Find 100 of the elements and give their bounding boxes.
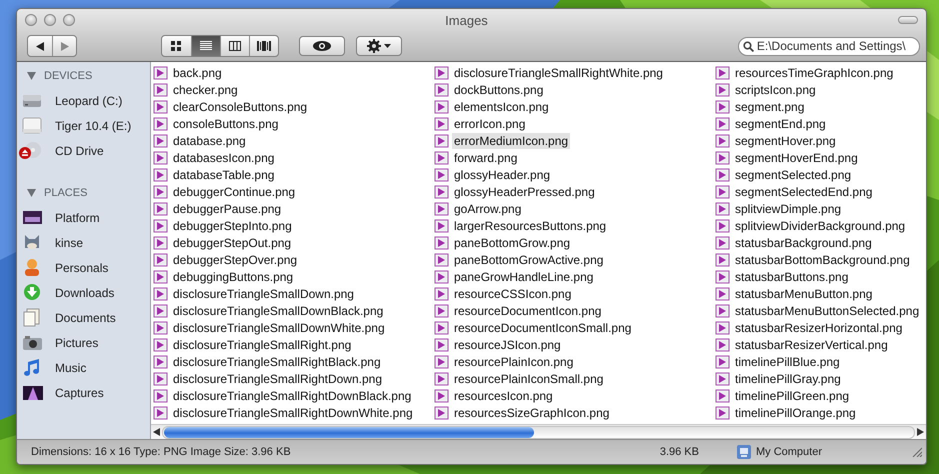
file-name[interactable]: resourcePlainIconSmall.png — [452, 370, 606, 386]
file-name[interactable]: checker.png — [171, 82, 240, 98]
view-mode-control[interactable] — [161, 35, 279, 57]
file-name[interactable]: database.png — [171, 132, 248, 148]
file-name[interactable]: errorMediumIcon.png — [452, 132, 570, 148]
image-file-icon — [434, 252, 449, 266]
file-name[interactable]: statusbarButtons.png — [733, 268, 850, 284]
file-name[interactable]: disclosureTriangleSmallDownBlack.png — [171, 302, 386, 318]
file-name[interactable]: debuggerStepOut.png — [171, 234, 294, 250]
file-name[interactable]: largerResourcesButtons.png — [452, 218, 608, 234]
disclosure-triangle-icon[interactable] — [27, 189, 36, 197]
file-name[interactable]: debuggerStepOver.png — [171, 252, 300, 268]
file-name[interactable]: databasesIcon.png — [171, 150, 276, 166]
file-name[interactable]: timelinePillOrange.png — [733, 404, 858, 420]
sidebar-item[interactable]: Music — [17, 355, 150, 380]
image-file-icon — [153, 82, 168, 96]
file-name[interactable]: paneGrowHandleLine.png — [452, 268, 596, 284]
sidebar-item[interactable]: Leopard (C:) — [17, 88, 150, 113]
file-name[interactable]: resourcesIcon.png — [452, 388, 555, 404]
file-name[interactable]: dockButtons.png — [452, 82, 546, 98]
scroll-left-icon[interactable] — [153, 428, 160, 436]
file-name[interactable]: goArrow.png — [452, 200, 524, 216]
file-name[interactable]: resourcesSizeGraphIcon.png — [452, 404, 612, 420]
file-name[interactable]: debuggingButtons.png — [171, 268, 296, 284]
sidebar-item[interactable]: Pictures — [17, 330, 150, 355]
file-name[interactable]: disclosureTriangleSmallDownWhite.png — [171, 320, 387, 336]
file-name[interactable]: paneBottomGrowActive.png — [452, 252, 606, 268]
disclosure-triangle-icon[interactable] — [27, 72, 36, 80]
image-file-icon — [153, 354, 168, 368]
file-name[interactable]: timelinePillBlue.png — [733, 354, 842, 370]
file-name[interactable]: resourceJSIcon.png — [452, 336, 563, 352]
file-name[interactable]: timelinePillGreen.png — [733, 388, 852, 404]
file-name[interactable]: paneBottomGrow.png — [452, 234, 572, 250]
file-name[interactable]: statusbarMenuButtonSelected.png — [733, 302, 922, 318]
file-name[interactable]: glossyHeaderPressed.png — [452, 184, 597, 200]
file-name[interactable]: statusbarResizerHorizontal.png — [733, 320, 904, 336]
sidebar-item[interactable]: Captures — [17, 380, 150, 405]
image-file-icon — [434, 236, 449, 250]
sidebar-item[interactable]: CD Drive — [17, 138, 150, 163]
image-file-icon — [715, 270, 730, 284]
sidebar-item[interactable]: Tiger 10.4 (E:) — [17, 113, 150, 138]
sidebar-item[interactable]: Personals — [17, 255, 150, 280]
sidebar-item[interactable]: Documents — [17, 305, 150, 330]
quick-look-button[interactable] — [299, 36, 345, 56]
file-name[interactable]: consoleButtons.png — [171, 116, 280, 132]
file-name[interactable]: disclosureTriangleSmallDown.png — [171, 286, 356, 302]
search-field[interactable]: E:\Documents and Settings\ — [738, 36, 920, 56]
sidebar-item[interactable]: kinse — [17, 230, 150, 255]
file-name[interactable]: resourcePlainIcon.png — [452, 354, 576, 370]
file-name[interactable]: disclosureTriangleSmallRightDown.png — [171, 370, 384, 386]
file-name[interactable]: scriptsIcon.png — [733, 82, 818, 98]
file-name[interactable]: statusbarBackground.png — [733, 234, 874, 250]
minimize-button[interactable] — [44, 14, 56, 26]
file-name[interactable]: statusbarResizerVertical.png — [733, 336, 890, 352]
file-name[interactable]: databaseTable.png — [171, 166, 276, 182]
file-name[interactable]: resourceCSSIcon.png — [452, 286, 574, 302]
file-name[interactable]: segmentEnd.png — [733, 116, 828, 132]
file-name[interactable]: segmentHoverEnd.png — [733, 150, 860, 166]
zoom-button[interactable] — [63, 14, 75, 26]
file-name[interactable]: splitviewDividerBackground.png — [733, 218, 908, 234]
sidebar-item[interactable]: Downloads — [17, 280, 150, 305]
file-name[interactable]: segmentSelectedEnd.png — [733, 184, 874, 200]
file-name[interactable]: elementsIcon.png — [452, 98, 551, 114]
file-name[interactable]: back.png — [171, 64, 224, 80]
image-file-icon — [434, 406, 449, 420]
scroll-right-icon[interactable] — [917, 428, 924, 436]
status-info: Dimensions: 16 x 16 Type: PNG Image Size: 3.96 KB — [31, 446, 291, 458]
list-view-button[interactable] — [191, 36, 220, 56]
file-name[interactable]: disclosureTriangleSmallRight.png — [171, 336, 354, 352]
file-name[interactable]: splitviewDimple.png — [733, 200, 844, 216]
navigation-control[interactable] — [27, 35, 77, 57]
toolbar-toggle-button[interactable] — [898, 16, 918, 24]
file-name[interactable]: resourceDocumentIcon.png — [452, 302, 604, 318]
file-name[interactable]: statusbarBottomBackground.png — [733, 252, 912, 268]
file-name[interactable]: clearConsoleButtons.png — [171, 98, 310, 114]
file-name[interactable]: statusbarMenuButton.png — [733, 286, 874, 302]
file-name[interactable]: forward.png — [452, 150, 520, 166]
file-name[interactable]: glossyHeader.png — [452, 166, 552, 182]
file-name[interactable]: disclosureTriangleSmallRightWhite.png — [452, 64, 665, 80]
file-name[interactable]: disclosureTriangleSmallRightDownBlack.png — [171, 388, 414, 404]
image-file-icon — [434, 354, 449, 368]
file-name[interactable]: disclosureTriangleSmallRightDownWhite.png — [171, 404, 415, 420]
file-name[interactable]: segment.png — [733, 98, 806, 114]
image-file-icon — [715, 252, 730, 266]
file-name[interactable]: debuggerStepInto.png — [171, 218, 294, 234]
file-name[interactable]: resourcesTimeGraphIcon.png — [733, 64, 896, 80]
file-name[interactable]: debuggerPause.png — [171, 200, 284, 216]
sidebar-item[interactable]: Platform — [17, 205, 150, 230]
status-size: 3.96 KB — [660, 446, 699, 458]
file-name[interactable]: timelinePillGray.png — [733, 370, 843, 386]
image-file-icon — [715, 116, 730, 130]
action-menu-button[interactable] — [356, 36, 402, 56]
file-name[interactable]: segmentSelected.png — [733, 166, 854, 182]
file-name[interactable]: debuggerContinue.png — [171, 184, 298, 200]
file-name[interactable]: errorIcon.png — [452, 116, 528, 132]
file-name[interactable]: segmentHover.png — [733, 132, 838, 148]
horizontal-scrollbar[interactable] — [151, 424, 926, 439]
file-name[interactable]: resourceDocumentIconSmall.png — [452, 320, 634, 336]
file-name[interactable]: disclosureTriangleSmallRightBlack.png — [171, 354, 383, 370]
close-button[interactable] — [25, 14, 37, 26]
